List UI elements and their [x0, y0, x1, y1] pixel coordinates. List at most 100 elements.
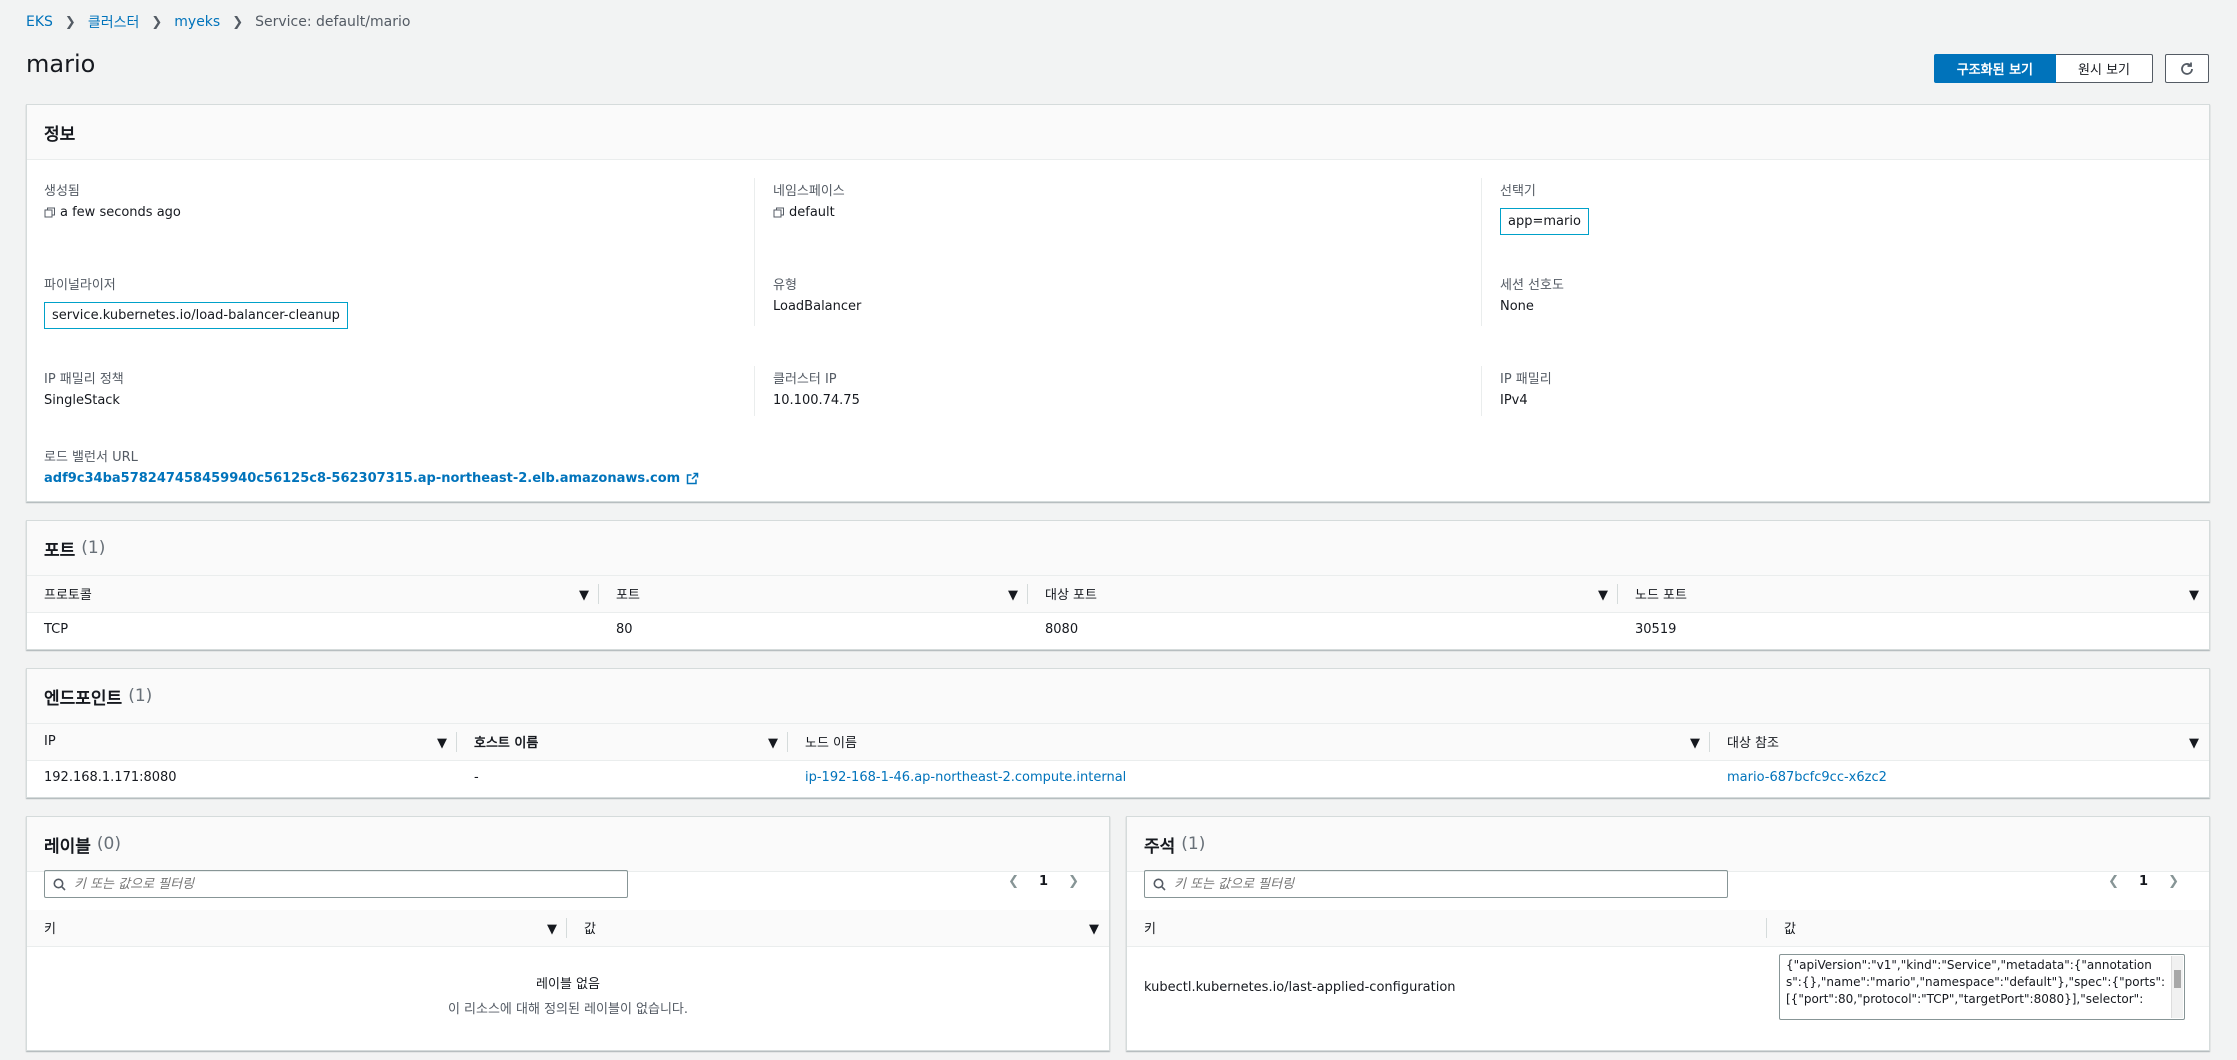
- ip-family-policy-value: SingleStack: [44, 393, 120, 408]
- type-label: 유형: [773, 278, 797, 293]
- raw-view-button[interactable]: 원시 보기: [2056, 54, 2153, 83]
- col-value: 값: [1767, 910, 2209, 947]
- labels-count: (0): [96, 834, 122, 854]
- ports-header: 포트 (1): [27, 521, 2209, 576]
- info-header: 정보: [27, 105, 2209, 160]
- namespace-label: 네임스페이스: [773, 184, 845, 199]
- view-toggle: 구조화된 보기 원시 보기: [1933, 54, 2153, 83]
- annotations-panel: 주석 (1) ❮ 1 ❯ 키 값 kubectl.kubernetes.io/l…: [1126, 816, 2210, 1051]
- ip-family-label: IP 패밀리: [1500, 372, 1552, 387]
- chevron-right-icon: ❯: [232, 14, 244, 30]
- ip-family-policy-label: IP 패밀리 정책: [44, 372, 124, 387]
- prev-page-icon[interactable]: ❮: [2108, 874, 2119, 889]
- empty-title: 레이블 없음: [536, 976, 600, 992]
- sort-icon[interactable]: ▼: [768, 736, 778, 751]
- sort-icon[interactable]: ▼: [1089, 922, 1099, 937]
- col-ip[interactable]: IP ▼: [27, 724, 457, 761]
- ports-table: 프로토콜 ▼ 포트 ▼ 대상 포트 ▼ 노드 포트 ▼ TCP 80 8080 3051…: [27, 576, 2209, 647]
- page-title: mario: [26, 50, 96, 78]
- finalizer-tag: service.kubernetes.io/load-balancer-clea…: [44, 302, 348, 329]
- labels-filter[interactable]: [44, 870, 628, 898]
- col-value[interactable]: 값 ▼: [567, 910, 1109, 947]
- namespace-value: default: [789, 205, 835, 220]
- labels-panel: 레이블 (0) ❮ 1 ❯ 키▼ 값▼ 레이블 없음 이 리소스에 대해 정의된…: [26, 816, 1110, 1051]
- sort-icon[interactable]: ▼: [1690, 736, 1700, 751]
- selector-tag: app=mario: [1500, 208, 1589, 235]
- col-port[interactable]: 포트 ▼: [599, 576, 1028, 613]
- port-cell: 80: [616, 622, 633, 638]
- cluster-ip-label: 클러스터 IP: [773, 372, 837, 387]
- target-port-cell: 8080: [1045, 622, 1079, 638]
- breadcrumb-cluster[interactable]: myeks: [174, 14, 220, 30]
- sort-icon[interactable]: ▼: [437, 736, 447, 751]
- node-port-cell: 30519: [1635, 622, 1677, 638]
- annotation-value-textarea[interactable]: {"apiVersion":"v1","kind":"Service","met…: [1779, 954, 2185, 1021]
- node-name-link[interactable]: ip-192-168-1-46.ap-northeast-2.compute.i…: [805, 770, 1126, 785]
- info-panel: 정보 생성됨 a few seconds ago 네임스페이스 default …: [26, 104, 2210, 502]
- lb-url-link[interactable]: adf9c34ba578247458459940c56125c8-5623073…: [44, 471, 680, 486]
- copy-icon[interactable]: [773, 207, 785, 219]
- col-node-name[interactable]: 노드 이름 ▼: [788, 724, 1710, 761]
- lb-url-field: 로드 밸런서 URL adf9c34ba578247458459940c5612…: [44, 446, 699, 486]
- sort-icon[interactable]: ▼: [2189, 588, 2199, 603]
- sort-icon[interactable]: ▼: [1008, 588, 1018, 603]
- copy-icon[interactable]: [44, 207, 56, 219]
- namespace-field: 네임스페이스 default: [773, 180, 845, 220]
- session-affinity-field: 세션 선호도 None: [1500, 274, 1564, 314]
- labels-pagination: ❮ 1 ❯: [998, 874, 1089, 889]
- breadcrumb-current: Service: default/mario: [255, 14, 411, 30]
- prev-page-icon[interactable]: ❮: [1008, 874, 1019, 889]
- protocol-cell: TCP: [44, 622, 69, 638]
- scrollbar[interactable]: [2171, 956, 2183, 1019]
- labels-empty-state: 레이블 없음 이 리소스에 대해 정의된 레이블이 없습니다.: [27, 947, 1109, 1017]
- annotations-filter-input[interactable]: [1174, 876, 1714, 892]
- refresh-icon: [2181, 62, 2193, 75]
- endpoints-header: 엔드포인트 (1): [27, 669, 2209, 724]
- external-link-icon[interactable]: [686, 472, 699, 485]
- col-protocol[interactable]: 프로토콜 ▼: [27, 576, 599, 613]
- endpoints-count: (1): [128, 686, 153, 706]
- info-title: 정보: [44, 124, 76, 145]
- selector-label: 선택기: [1500, 184, 1536, 199]
- chevron-right-icon: ❯: [64, 14, 76, 30]
- ip-family-field: IP 패밀리 IPv4: [1500, 368, 1552, 408]
- sort-icon[interactable]: ▼: [2189, 736, 2199, 751]
- selector-field: 선택기 app=mario: [1500, 180, 1589, 235]
- annotations-table: 키 값 kubectl.kubernetes.io/last-applied-c…: [1127, 910, 2209, 1028]
- table-row: kubectl.kubernetes.io/last-applied-confi…: [1127, 946, 2209, 1028]
- labels-filter-input[interactable]: [74, 876, 614, 892]
- refresh-button[interactable]: [2165, 54, 2209, 83]
- session-affinity-value: None: [1500, 299, 1534, 314]
- cluster-ip-field: 클러스터 IP 10.100.74.75: [773, 368, 860, 408]
- annotations-count: (1): [1181, 834, 1206, 854]
- col-key[interactable]: 키 ▼: [27, 910, 567, 947]
- labels-table: 키 ▼ 값 ▼: [27, 910, 1109, 947]
- next-page-icon[interactable]: ❯: [2168, 874, 2179, 889]
- page-number[interactable]: 1: [1039, 874, 1048, 889]
- col-target-ref[interactable]: 대상 참조 ▼: [1710, 724, 2209, 761]
- structured-view-button[interactable]: 구조화된 보기: [1933, 54, 2057, 83]
- next-page-icon[interactable]: ❯: [1068, 874, 1079, 889]
- col-target-port[interactable]: 대상 포트 ▼: [1028, 576, 1618, 613]
- sort-icon[interactable]: ▼: [579, 588, 589, 603]
- search-icon: [53, 878, 66, 891]
- breadcrumb: EKS ❯ 클러스터 ❯ myeks ❯ Service: default/ma…: [26, 12, 410, 32]
- lb-url-label: 로드 밸런서 URL: [44, 450, 138, 465]
- col-node-port[interactable]: 노드 포트 ▼: [1618, 576, 2209, 613]
- endpoints-panel: 엔드포인트 (1) IP ▼ 호스트 이름 ▼ 노드 이름 ▼ 대상 참조 ▼ 192.…: [26, 668, 2210, 798]
- annotations-filter[interactable]: [1144, 870, 1728, 898]
- target-ref-link[interactable]: mario-687bcfc9cc-x6zc2: [1727, 770, 1887, 785]
- breadcrumb-clusters[interactable]: 클러스터: [88, 12, 140, 32]
- ip-family-value: IPv4: [1500, 393, 1528, 408]
- col-hostname[interactable]: 호스트 이름 ▼: [457, 724, 788, 761]
- breadcrumb-eks[interactable]: EKS: [26, 14, 53, 30]
- hostname-cell: -: [474, 770, 479, 786]
- sort-icon[interactable]: ▼: [547, 922, 557, 937]
- endpoints-title: 엔드포인트: [44, 688, 123, 709]
- annotations-title: 주석: [1144, 836, 1176, 857]
- page-number[interactable]: 1: [2139, 874, 2148, 889]
- created-label: 생성됨: [44, 184, 80, 199]
- finalizer-label: 파이널라이저: [44, 278, 116, 293]
- labels-title: 레이블: [44, 836, 91, 857]
- sort-icon[interactable]: ▼: [1598, 588, 1608, 603]
